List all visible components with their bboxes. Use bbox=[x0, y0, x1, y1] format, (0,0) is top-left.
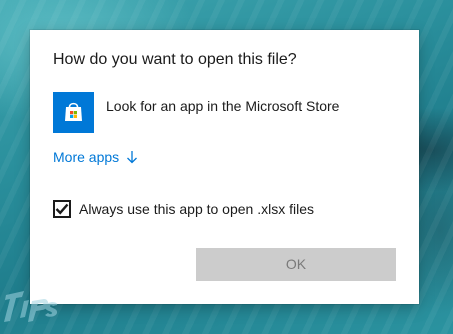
microsoft-store-icon bbox=[53, 91, 94, 133]
microsoft-store-label: Look for an app in the Microsoft Store bbox=[106, 98, 340, 114]
microsoft-store-option[interactable]: Look for an app in the Microsoft Store bbox=[53, 90, 393, 134]
open-with-dialog: How do you want to open this file? Look … bbox=[30, 30, 419, 304]
more-apps-link[interactable]: More apps bbox=[53, 149, 138, 165]
ok-button[interactable]: OK bbox=[196, 248, 396, 281]
checkmark-icon bbox=[55, 203, 69, 215]
always-use-label: Always use this app to open .xlsx files bbox=[79, 201, 315, 217]
always-use-checkbox[interactable] bbox=[53, 200, 71, 218]
more-apps-label: More apps bbox=[53, 149, 120, 165]
always-use-checkbox-row[interactable]: Always use this app to open .xlsx files bbox=[53, 200, 314, 218]
dialog-title: How do you want to open this file? bbox=[53, 51, 297, 68]
tips-logo-watermark bbox=[2, 287, 62, 331]
arrow-down-icon bbox=[126, 150, 138, 164]
